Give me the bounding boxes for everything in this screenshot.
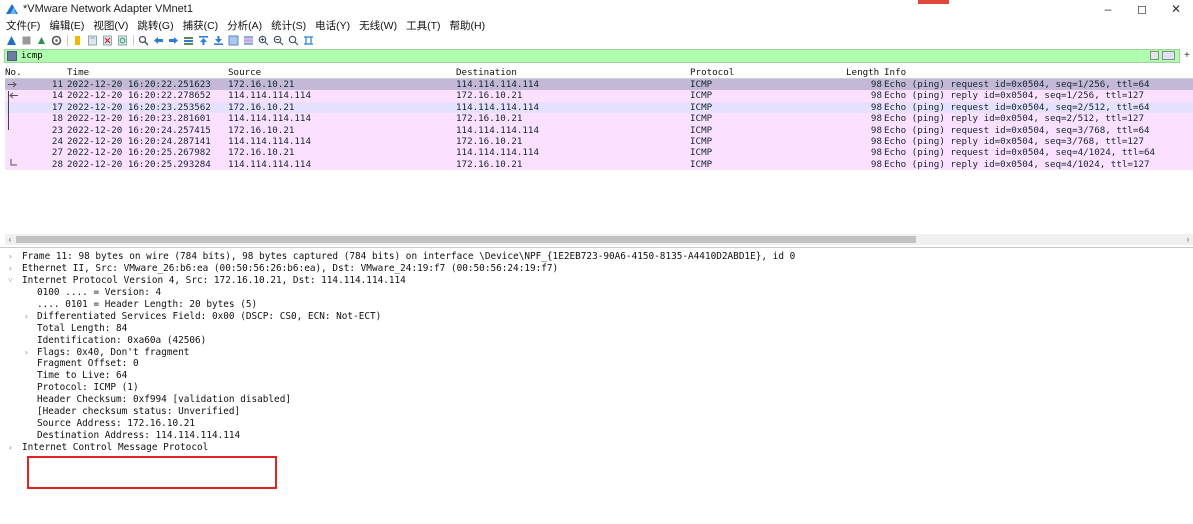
detail-row-checksum[interactable]: Header Checksum: 0xf994 [validation disa… (8, 394, 1188, 406)
table-row[interactable]: 14 2022-12-20 16:20:22.278652 114.114.11… (5, 90, 1193, 102)
expand-arrow-icon[interactable]: › (24, 311, 34, 323)
close-file-icon[interactable] (102, 35, 113, 46)
main-toolbar (0, 33, 1193, 47)
packet-list-scrollbar[interactable]: ‹ › (5, 234, 1193, 245)
close-button[interactable]: ✕ (1159, 0, 1193, 17)
detail-row-identification[interactable]: Identification: 0xa60a (42506) (8, 335, 1188, 347)
menu-tools[interactable]: 工具(T) (406, 18, 440, 33)
table-row[interactable]: 24 2022-12-20 16:20:24.287141 114.114.11… (5, 135, 1193, 148)
table-row[interactable]: 17 2022-12-20 16:20:23.253562 172.16.10.… (5, 101, 1193, 114)
detail-row-version[interactable]: 0100 .... = Version: 4 (8, 287, 1188, 299)
menu-analyze[interactable]: 分析(A) (227, 18, 262, 33)
zoom-in-icon[interactable] (258, 35, 269, 46)
detail-row-fragment-offset[interactable]: Fragment Offset: 0 (8, 358, 1188, 370)
expand-arrow-icon[interactable]: › (24, 347, 34, 359)
start-capture-icon[interactable] (6, 35, 17, 46)
expand-arrow-icon[interactable]: › (8, 251, 18, 263)
restart-capture-icon[interactable] (36, 35, 47, 46)
scrollbar-thumb[interactable] (16, 236, 916, 243)
detail-row-total-length[interactable]: Total Length: 84 (8, 323, 1188, 335)
minimize-button[interactable]: – (1091, 0, 1125, 17)
menu-view[interactable]: 视图(V) (93, 18, 128, 33)
detail-row-frame[interactable]: › Frame 11: 98 bytes on wire (784 bits), … (8, 251, 1188, 263)
forward-icon[interactable] (168, 35, 179, 46)
clear-filter-icon[interactable] (1150, 51, 1159, 60)
window-title: *VMware Network Adapter VMnet1 (23, 2, 193, 15)
filter-bookmark-icon[interactable] (7, 51, 17, 61)
toolbar-separator (133, 34, 134, 46)
column-header-destination[interactable]: Destination (456, 67, 517, 79)
column-header-info[interactable]: Info (884, 67, 906, 79)
packet-details: › Frame 11: 98 bytes on wire (784 bits), … (8, 251, 1188, 454)
add-filter-button[interactable]: + (1184, 50, 1190, 61)
find-icon[interactable] (138, 35, 149, 46)
menu-go[interactable]: 跳转(G) (137, 18, 173, 33)
detail-row-checksum-status[interactable]: [Header checksum status: Unverified] (8, 406, 1188, 418)
scroll-left-icon[interactable]: ‹ (5, 234, 15, 245)
last-icon[interactable] (213, 35, 224, 46)
menu-statistics[interactable]: 统计(S) (271, 18, 306, 33)
collapse-arrow-icon[interactable]: ˅ (8, 275, 18, 287)
zoom-reset-icon[interactable] (288, 35, 299, 46)
detail-row-header-length[interactable]: .... 0101 = Header Length: 20 bytes (5) (8, 299, 1188, 311)
stop-capture-icon[interactable] (21, 35, 32, 46)
table-row[interactable]: 11 2022-12-20 16:20:22.251623 172.16.10.… (5, 79, 1193, 91)
detail-row-dsfield[interactable]: › Differentiated Services Field: 0x00 (DS… (8, 311, 1188, 323)
first-icon[interactable] (198, 35, 209, 46)
scroll-right-icon[interactable]: › (1183, 234, 1193, 245)
menu-telephony[interactable]: 电话(Y) (315, 18, 350, 33)
display-filter-input[interactable] (21, 50, 921, 62)
detail-row-ttl[interactable]: Time to Live: 64 (8, 370, 1188, 382)
packet-list: No. Time Source Destination Protocol Len… (5, 67, 1193, 243)
table-row[interactable]: 27 2022-12-20 16:20:25.267982 172.16.10.… (5, 147, 1193, 159)
detail-row-destination-address[interactable]: Destination Address: 114.114.114.114 (8, 430, 1188, 442)
goto-icon[interactable] (183, 35, 194, 46)
apply-filter-icon[interactable] (1162, 51, 1175, 60)
open-file-icon[interactable] (72, 35, 83, 46)
wireshark-fin-icon (5, 3, 19, 15)
detail-row-protocol[interactable]: Protocol: ICMP (1) (8, 382, 1188, 394)
title-accent (918, 0, 949, 4)
column-header-protocol[interactable]: Protocol (690, 67, 734, 79)
zoom-out-icon[interactable] (273, 35, 284, 46)
packet-list-header: No. Time Source Destination Protocol Len… (5, 67, 1193, 79)
column-header-time[interactable]: Time (67, 67, 89, 79)
menu-bar: 文件(F) 编辑(E) 视图(V) 跳转(G) 捕获(C) 分析(A) 统计(S… (0, 17, 1193, 33)
table-row[interactable]: 28 2022-12-20 16:20:25.293284 114.114.11… (5, 158, 1193, 171)
back-icon[interactable] (153, 35, 164, 46)
column-header-no[interactable]: No. (5, 67, 22, 79)
detail-row-flags[interactable]: › Flags: 0x40, Don't fragment (8, 347, 1188, 359)
detail-row-ipv4[interactable]: ˅ Internet Protocol Version 4, Src: 172.1… (8, 275, 1188, 287)
options-icon[interactable] (51, 35, 62, 46)
title-bar: *VMware Network Adapter VMnet1 – ◻ ✕ (0, 0, 1193, 17)
menu-capture[interactable]: 捕获(C) (183, 18, 219, 33)
resize-columns-icon[interactable] (303, 35, 314, 46)
pane-divider[interactable] (0, 247, 1193, 248)
table-row[interactable]: 23 2022-12-20 16:20:24.257415 172.16.10.… (5, 124, 1193, 136)
menu-help[interactable]: 帮助(H) (450, 18, 486, 33)
autoscroll-icon[interactable] (228, 35, 239, 46)
detail-row-icmp[interactable]: › Internet Control Message Protocol (8, 442, 1188, 454)
column-header-length[interactable]: Length (846, 67, 879, 79)
expand-arrow-icon[interactable]: › (8, 263, 18, 275)
display-filter-bar (4, 49, 1180, 63)
toolbar-separator (67, 34, 68, 46)
reload-icon[interactable] (117, 35, 128, 46)
maximize-button[interactable]: ◻ (1125, 0, 1159, 17)
address-highlight-box (27, 456, 277, 489)
column-header-source[interactable]: Source (228, 67, 261, 79)
table-row[interactable]: 18 2022-12-20 16:20:23.281601 114.114.11… (5, 113, 1193, 125)
save-file-icon[interactable] (87, 35, 98, 46)
expand-arrow-icon[interactable]: › (8, 442, 18, 454)
menu-edit[interactable]: 编辑(E) (49, 18, 84, 33)
menu-wireless[interactable]: 无线(W) (359, 18, 397, 33)
detail-row-source-address[interactable]: Source Address: 172.16.10.21 (8, 418, 1188, 430)
colorize-icon[interactable] (243, 35, 254, 46)
related-packets-line (8, 91, 9, 130)
menu-file[interactable]: 文件(F) (6, 18, 40, 33)
detail-row-ethernet[interactable]: › Ethernet II, Src: VMware_26:b6:ea (00:5… (8, 263, 1188, 275)
